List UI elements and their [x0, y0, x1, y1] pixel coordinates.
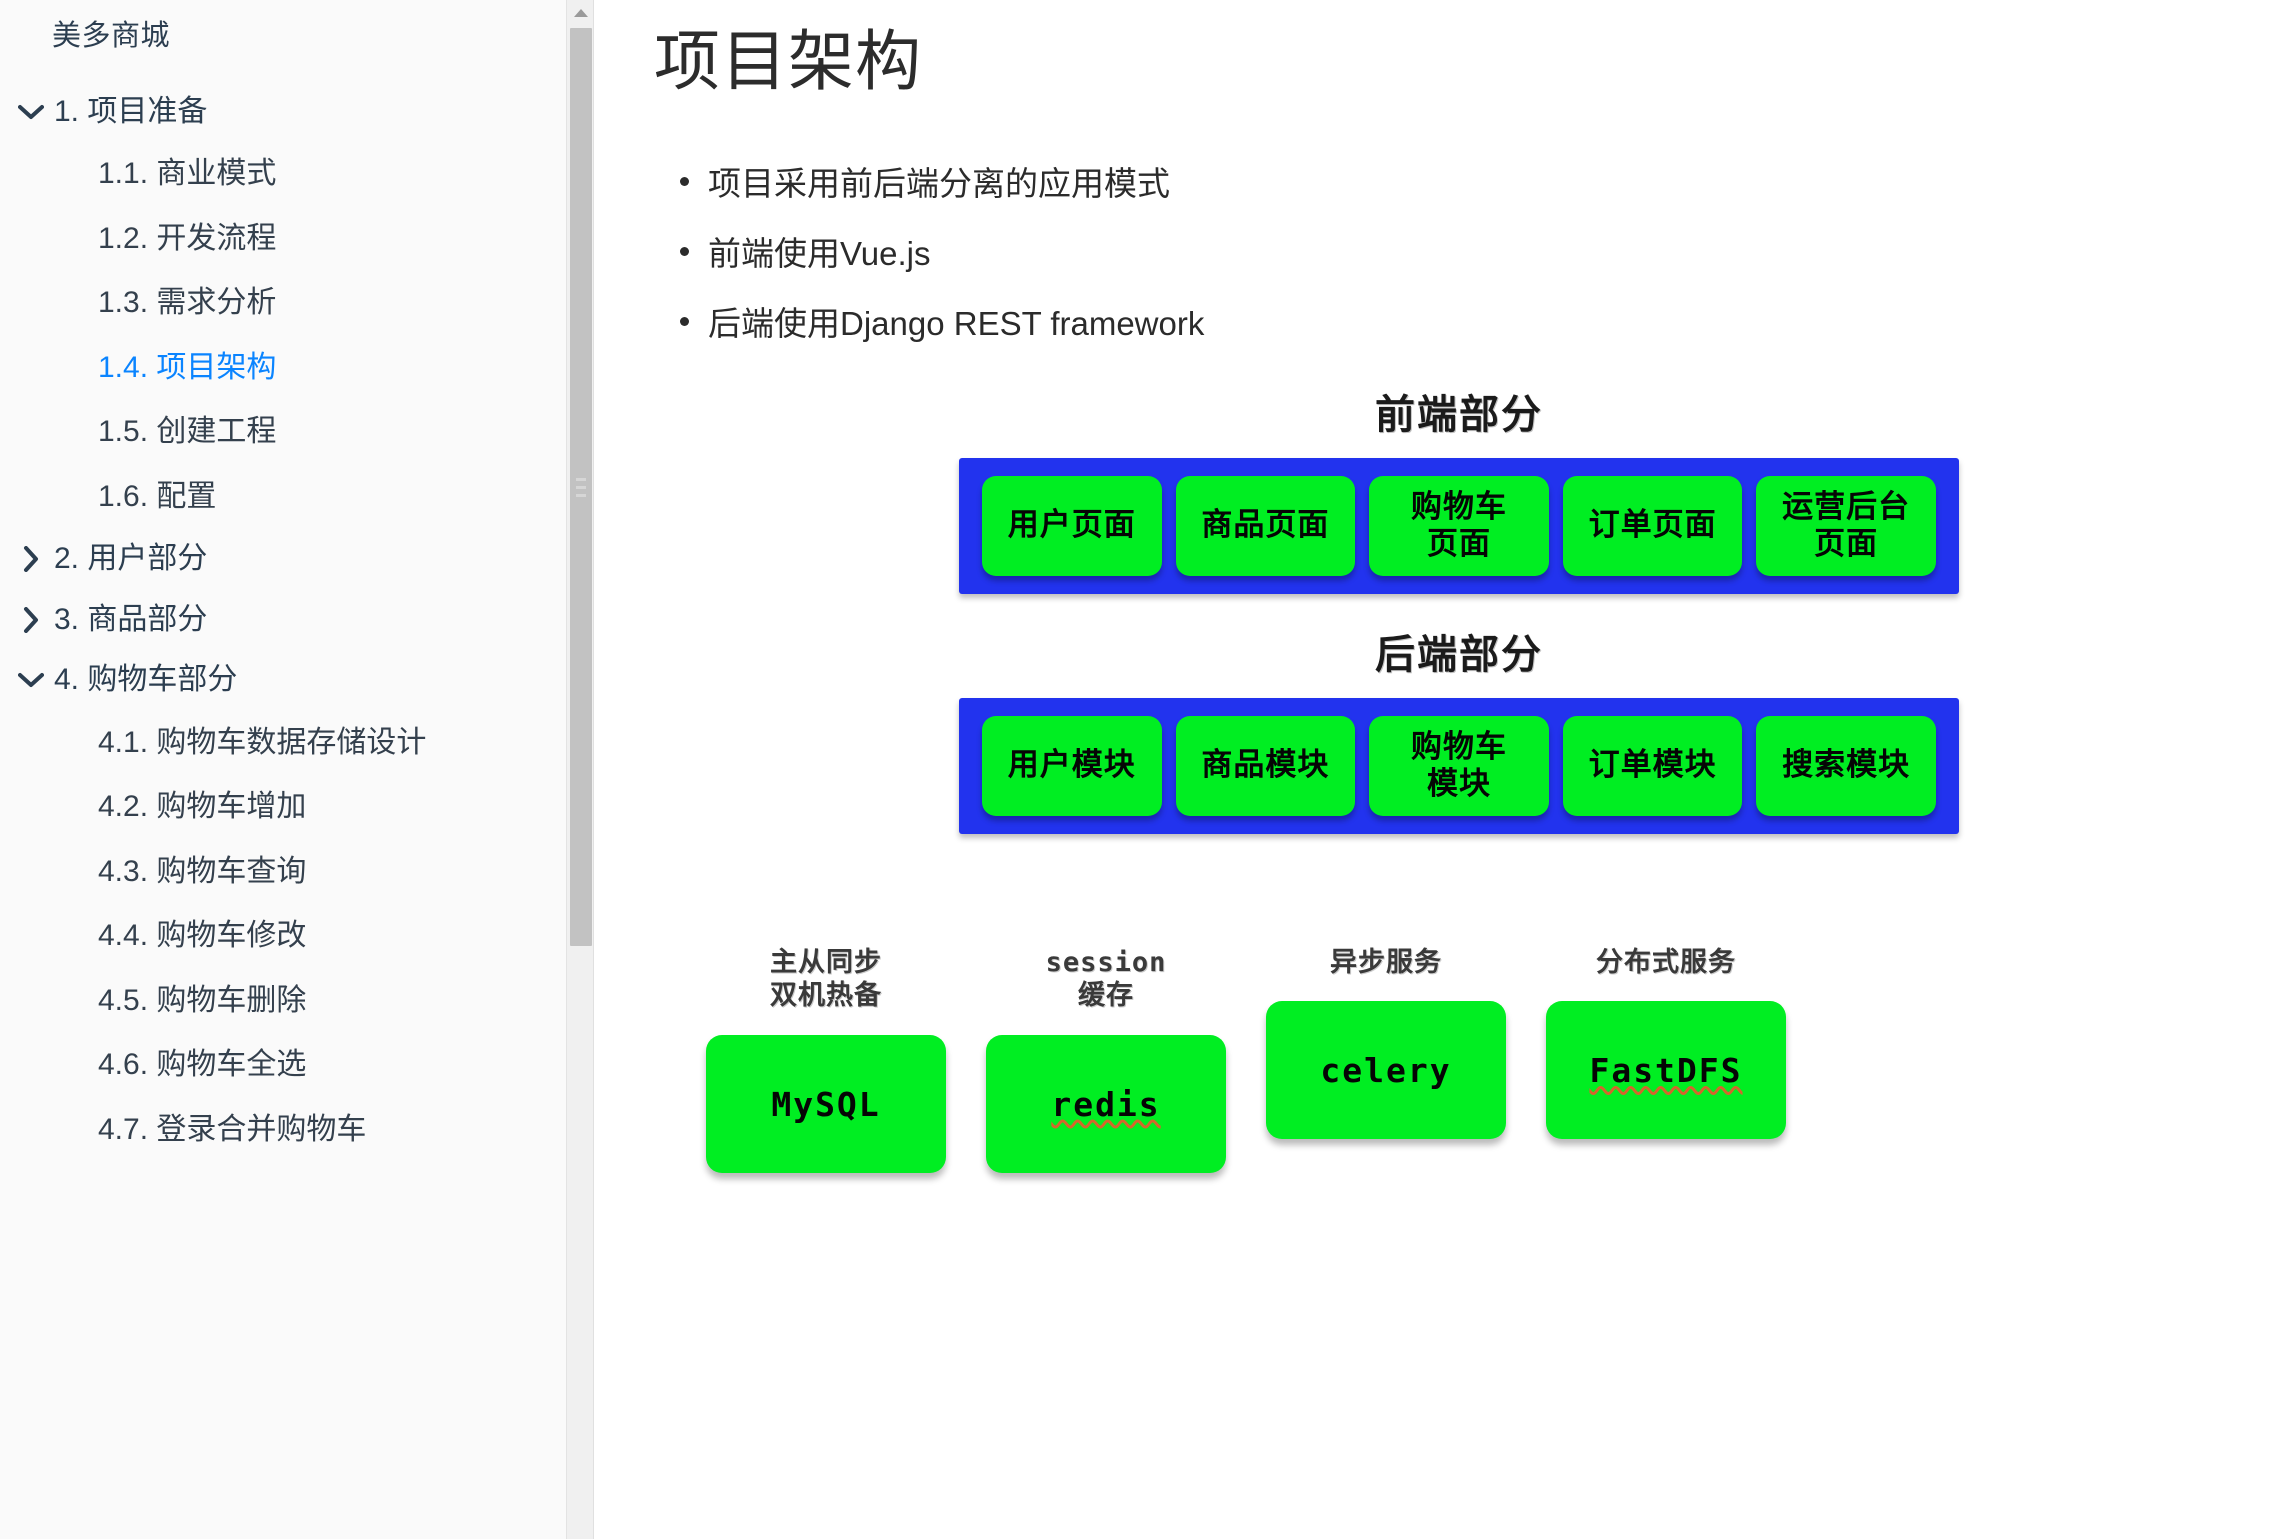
architecture-diagram: 前端部分 用户页面 商品页面 购物车 页面 订单页面 运营后台 页面 后端部分 用户模块 商品模块购… — [626, 382, 2292, 834]
sidebar-chapter-4[interactable]: 4. 购物车部分 — [0, 650, 594, 711]
sidebar-brand[interactable]: 美多商城 — [0, 0, 594, 56]
sidebar-chapter-1[interactable]: 1. 项目准备 — [0, 82, 594, 143]
app-root: 美多商城 1. 项目准备 1.1. 商业模式 1.2. 开发流程 1.3. 需求分析 1… — [0, 0, 2292, 1539]
service-mysql: 主从同步 双机热备 MySQL — [686, 946, 966, 1174]
service-name: FastDFS — [1589, 1050, 1743, 1090]
service-box: MySQL — [706, 1035, 946, 1174]
diagram-node: 订单页面 — [1562, 475, 1743, 576]
tier-label: 后端部分 — [1375, 632, 1543, 677]
sidebar-item-1-3[interactable]: 1.3. 需求分析 — [0, 271, 594, 336]
tier-label: 前端部分 — [1375, 392, 1543, 437]
sidebar-item-4-4[interactable]: 4.4. 购物车修改 — [0, 904, 594, 969]
intro-bullet-3: 后端使用Django REST framework — [672, 300, 2292, 348]
main-content: 项目架构 项目采用前后端分离的应用模式 前端使用Vue.js 后端使用Django … — [594, 0, 2292, 1539]
intro-bullet-list: 项目采用前后端分离的应用模式 前端使用Vue.js 后端使用Django REST … — [672, 160, 2292, 348]
sidebar-item-1-1[interactable]: 1.1. 商业模式 — [0, 142, 594, 207]
service-row: 主从同步 双机热备 MySQL session 缓存 redis 异步服务 celery 分… — [686, 946, 1806, 1174]
service-name: redis — [1051, 1084, 1161, 1124]
diagram-node: 购物车 模块 — [1369, 715, 1549, 816]
sidebar: 美多商城 1. 项目准备 1.1. 商业模式 1.2. 开发流程 1.3. 需求分析 1… — [0, 0, 594, 1539]
sidebar-item-4-1[interactable]: 4.1. 购物车数据存储设计 — [0, 711, 594, 776]
service-caption: 异步服务 — [1330, 946, 1442, 978]
service-caption: 分布式服务 — [1596, 946, 1736, 978]
chevron-down-icon[interactable] — [14, 663, 48, 697]
sidebar-item-1-4[interactable]: 1.4. 项目架构 — [0, 336, 594, 401]
diagram-node: 运营后台 页面 — [1756, 475, 1936, 576]
service-redis: session 缓存 redis — [966, 946, 1246, 1174]
sidebar-chapter-label: 1. 项目准备 — [54, 94, 208, 128]
chevron-right-icon[interactable] — [14, 603, 48, 637]
service-caption: session 缓存 — [1045, 946, 1167, 1012]
tier-band: 用户模块 商品模块 购物车 模块 订单模块 搜索模块 — [959, 697, 1959, 834]
sidebar-chapter-2[interactable]: 2. 用户部分 — [0, 529, 594, 590]
page-title: 项目架构 — [654, 24, 922, 98]
sidebar-chapter-3[interactable]: 3. 商品部分 — [0, 590, 594, 651]
service-fastdfs: 分布式服务 FastDFS — [1526, 946, 1806, 1140]
sidebar-chapter-label: 4. 购物车部分 — [54, 663, 238, 697]
sidebar-chapter-label: 3. 商品部分 — [54, 602, 208, 636]
sidebar-nav-list: 1. 项目准备 1.1. 商业模式 1.2. 开发流程 1.3. 需求分析 1.4. 项… — [0, 82, 594, 1163]
diagram-node: 商品页面 — [1175, 475, 1356, 576]
diagram-node: 商品模块 — [1175, 715, 1356, 816]
sidebar-item-1-2[interactable]: 1.2. 开发流程 — [0, 207, 594, 272]
diagram-node: 用户页面 — [982, 475, 1162, 576]
service-caption: 主从同步 双机热备 — [770, 946, 882, 1012]
intro-bullet-1: 项目采用前后端分离的应用模式 — [672, 160, 2292, 208]
service-box: celery — [1266, 1001, 1506, 1140]
diagram-tier-1: 前端部分用户页面 商品页面 购物车 页面 订单页面 运营后台 页面 — [626, 382, 2292, 594]
sidebar-item-4-5[interactable]: 4.5. 购物车删除 — [0, 969, 594, 1034]
diagram-tier-2: 后端部分用户模块 商品模块 购物车 模块 订单模块 搜索模块 — [626, 622, 2292, 834]
sidebar-item-4-7[interactable]: 4.7. 登录合并购物车 — [0, 1098, 594, 1163]
sidebar-item-4-6[interactable]: 4.6. 购物车全选 — [0, 1033, 594, 1098]
sidebar-scrollbar[interactable] — [566, 0, 594, 1539]
sidebar-item-1-5[interactable]: 1.5. 创建工程 — [0, 400, 594, 465]
sidebar-item-1-6[interactable]: 1.6. 配置 — [0, 465, 594, 530]
service-name: MySQL — [771, 1084, 881, 1124]
diagram-node: 搜索模块 — [1756, 715, 1936, 816]
diagram-node: 用户模块 — [982, 715, 1162, 816]
diagram-node: 购物车 页面 — [1369, 475, 1549, 576]
diagram-node: 订单模块 — [1562, 715, 1743, 816]
chevron-right-icon[interactable] — [14, 542, 48, 576]
service-celery: 异步服务 celery — [1246, 946, 1526, 1140]
scroll-up-arrow-icon[interactable] — [567, 0, 594, 26]
service-box: FastDFS — [1546, 1001, 1786, 1140]
scrollbar-grip-icon — [576, 493, 586, 497]
service-name: celery — [1320, 1050, 1452, 1090]
scrollbar-grip-icon — [576, 485, 586, 489]
sidebar-item-4-2[interactable]: 4.2. 购物车增加 — [0, 775, 594, 840]
intro-bullet-2: 前端使用Vue.js — [672, 230, 2292, 278]
sidebar-item-4-3[interactable]: 4.3. 购物车查询 — [0, 840, 594, 905]
sidebar-chapter-label: 2. 用户部分 — [54, 542, 208, 576]
chevron-down-icon[interactable] — [14, 95, 48, 129]
scrollbar-grip-icon — [576, 477, 586, 481]
scrollbar-thumb[interactable] — [570, 28, 592, 946]
service-box: redis — [986, 1035, 1226, 1174]
tier-band: 用户页面 商品页面 购物车 页面 订单页面 运营后台 页面 — [959, 457, 1959, 594]
